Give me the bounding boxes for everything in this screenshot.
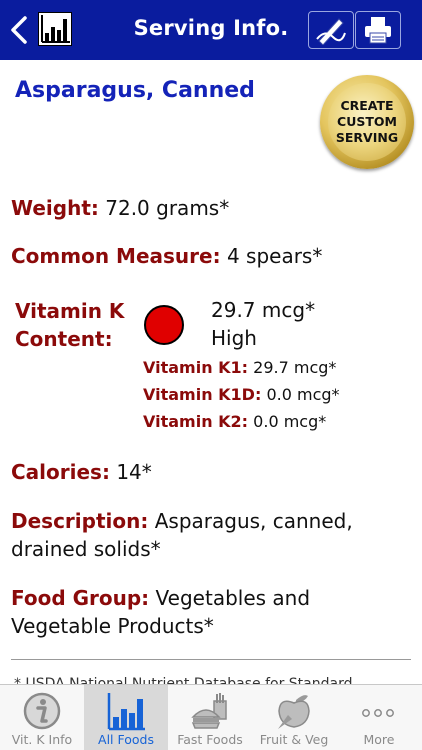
tab-bar: Vit. K Info All Foods Fast Foods Fruit &…: [0, 684, 422, 750]
tab-more[interactable]: More: [336, 685, 422, 750]
nav-bar: Serving Info.: [0, 0, 422, 60]
vitamin-k1-row: Vitamin K1: 29.7 mcg*: [143, 357, 336, 379]
calories-value: 14*: [116, 460, 152, 484]
common-measure-value: 4 spears*: [226, 244, 323, 268]
vitamin-k2-label: Vitamin K2:: [143, 412, 249, 431]
create-custom-serving-label: CREATE CUSTOM SERVING: [335, 98, 399, 145]
weight-row: Weight: 72.0 grams*: [11, 194, 229, 222]
common-measure-label: Common Measure:: [11, 244, 221, 268]
vitamin-k-level-indicator: [144, 305, 184, 345]
tab-all-foods[interactable]: All Foods: [84, 685, 168, 750]
print-button[interactable]: [355, 11, 401, 49]
food-group-label: Food Group:: [11, 586, 150, 610]
tab-label: All Foods: [98, 732, 154, 747]
printer-icon: [365, 17, 391, 44]
tab-label: More: [363, 732, 395, 747]
vitamin-k1-value: 29.7 mcg*: [253, 358, 337, 377]
edit-button[interactable]: [308, 11, 354, 49]
info-icon: [23, 692, 61, 730]
food-group-row: Food Group: Vegetables and Vegetable Pro…: [11, 584, 341, 640]
fruit-veg-icon: [278, 695, 310, 729]
tab-label: Vit. K Info: [11, 732, 73, 747]
calories-label: Calories:: [11, 460, 110, 484]
tab-fruit-veg[interactable]: Fruit & Veg: [252, 685, 336, 750]
vitamin-k-value: 29.7 mcg*: [211, 298, 316, 322]
vitamin-k1d-value: 0.0 mcg*: [266, 385, 340, 404]
description-label: Description:: [11, 509, 149, 533]
common-measure-row: Common Measure: 4 spears*: [11, 242, 322, 270]
food-name: Asparagus, Canned: [15, 78, 255, 103]
vitamin-k2-value: 0.0 mcg*: [253, 412, 327, 431]
vitamin-k-content-label: Vitamin K Content:: [15, 299, 125, 351]
weight-value: 72.0 grams*: [105, 196, 230, 220]
tab-label: Fast Foods: [177, 732, 243, 747]
vitamin-k2-row: Vitamin K2: 0.0 mcg*: [143, 411, 326, 433]
vitamin-k1-label: Vitamin K1:: [143, 358, 249, 377]
more-icon: [362, 709, 394, 717]
tab-fast-foods[interactable]: Fast Foods: [168, 685, 252, 750]
bar-chart-icon: [107, 693, 145, 731]
tab-vit-k-info[interactable]: Vit. K Info: [0, 685, 84, 750]
vitamin-k1d-label: Vitamin K1D:: [143, 385, 262, 404]
divider: [11, 659, 411, 660]
fast-food-icon: [191, 693, 227, 729]
pencil-icon: [316, 18, 346, 45]
weight-label: Weight:: [11, 196, 99, 220]
description-row: Description: Asparagus, canned, drained …: [11, 507, 381, 563]
footnote: * USDA National Nutrient Database for St…: [14, 676, 353, 684]
vitamin-k-level: High: [211, 326, 257, 350]
create-custom-serving-button[interactable]: CREATE CUSTOM SERVING: [320, 75, 414, 169]
create-custom-serving-badge: CREATE CUSTOM SERVING: [328, 83, 406, 161]
tab-label: Fruit & Veg: [259, 732, 329, 747]
calories-row: Calories: 14*: [11, 458, 152, 486]
vitamin-k1d-row: Vitamin K1D: 0.0 mcg*: [143, 384, 340, 406]
